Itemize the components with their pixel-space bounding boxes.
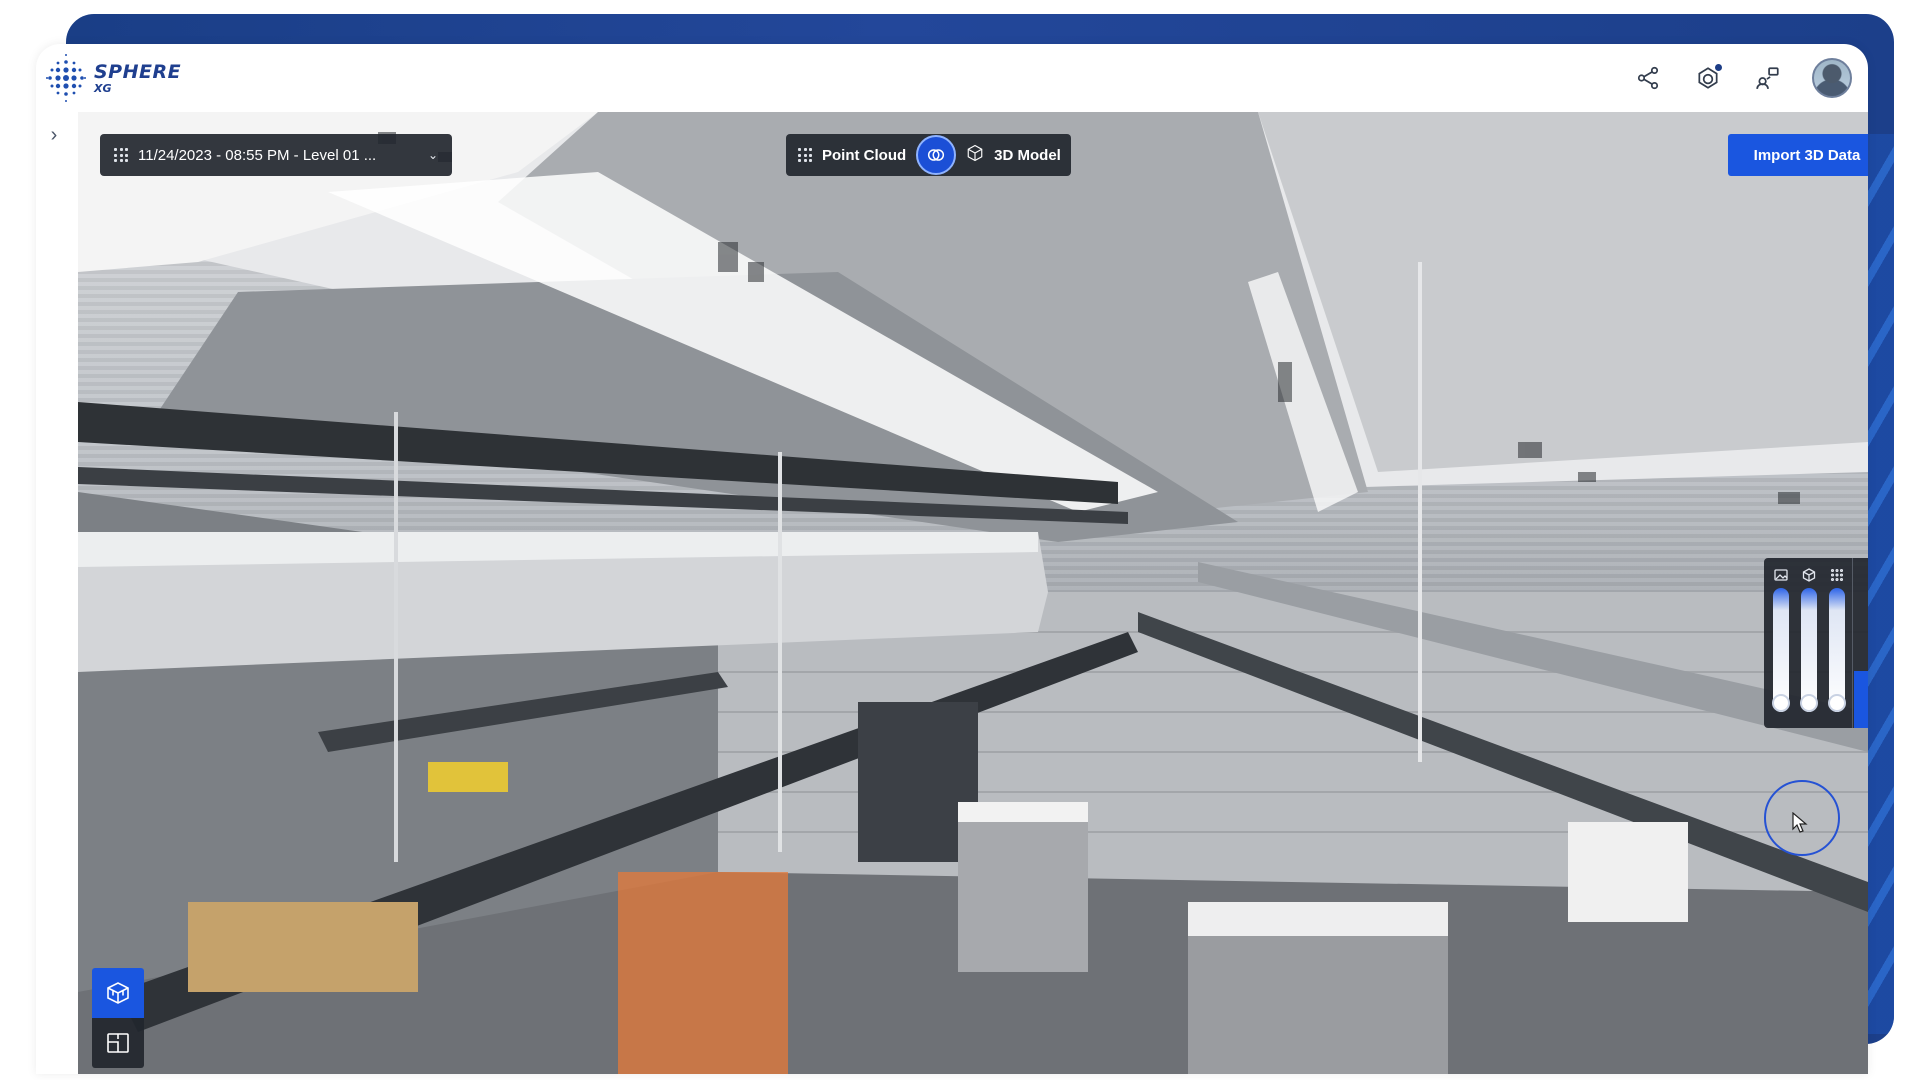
3d-view-icon (107, 982, 129, 1004)
slider-track[interactable] (1772, 588, 1790, 712)
viewer-notification-icon[interactable] (1692, 62, 1724, 94)
grid-icon (114, 148, 128, 162)
image-opacity-slider[interactable] (1770, 568, 1792, 724)
cube-icon (1802, 568, 1816, 582)
slider-track[interactable] (1828, 588, 1846, 712)
chevron-down-icon: ⌄ (427, 148, 438, 162)
logo[interactable]: SPHERE XG (44, 50, 181, 106)
cube-button[interactable] (1854, 615, 1868, 672)
point-cloud-opacity-slider[interactable] (1826, 568, 1848, 724)
mouse-pointer-icon (1792, 812, 1808, 833)
panel-buttons (1854, 558, 1868, 729)
image-icon (1774, 568, 1788, 582)
slider-track[interactable] (1800, 588, 1818, 712)
logo-title: SPHERE (94, 60, 182, 83)
users-icon[interactable] (1752, 62, 1784, 94)
sphere-logo-icon (46, 54, 86, 102)
view-mode-toggle[interactable]: Point Cloud 3D Model (786, 134, 1071, 176)
slider-handle[interactable] (1772, 694, 1790, 712)
logo-subtitle: XG (94, 81, 112, 95)
slider-handle[interactable] (1828, 694, 1846, 712)
header-actions (1632, 58, 1852, 98)
point-cloud-icon (798, 148, 812, 162)
level-selector-label: 11/24/2023 - 08:55 PM - Level 01 ... (138, 146, 377, 164)
share-icon[interactable] (1632, 62, 1664, 94)
level-selector[interactable]: 11/24/2023 - 08:55 PM - Level 01 ... ⌄ (100, 134, 452, 176)
visibility-panel (1764, 558, 1868, 729)
point-grid-icon (1830, 568, 1844, 582)
cube-icon (966, 144, 984, 166)
point-cloud-label[interactable]: Point Cloud (822, 147, 906, 164)
model-opacity-slider[interactable] (1798, 568, 1820, 724)
3d-model-label[interactable]: 3D Model (994, 147, 1061, 164)
top-bar: SPHERE XG (36, 44, 1868, 110)
opacity-sliders (1770, 568, 1850, 724)
3d-view-button[interactable] (92, 968, 144, 1018)
clipping-box-button[interactable] (1854, 558, 1868, 615)
view-tools (92, 968, 144, 1068)
3d-viewport[interactable]: 11/24/2023 - 08:55 PM - Level 01 ... ⌄ P… (78, 112, 1868, 1074)
floor-plan-button[interactable] (92, 1018, 144, 1068)
slider-handle[interactable] (1800, 694, 1818, 712)
point-cloud-scene (78, 112, 1868, 1074)
app-window: SPHERE XG › 11/24/2023 - 08:55 PM - Leve… (36, 44, 1868, 1074)
panel-divider (1852, 558, 1853, 728)
chevron-right-icon[interactable]: › (42, 120, 66, 150)
import-3d-data-button[interactable]: Import 3D Data (1728, 134, 1868, 176)
avatar[interactable] (1812, 58, 1852, 98)
overlay-toggle-icon[interactable] (916, 135, 957, 175)
light-button[interactable] (1854, 671, 1868, 729)
notification-dot (1715, 64, 1722, 71)
floor-plan-icon (107, 1033, 129, 1053)
